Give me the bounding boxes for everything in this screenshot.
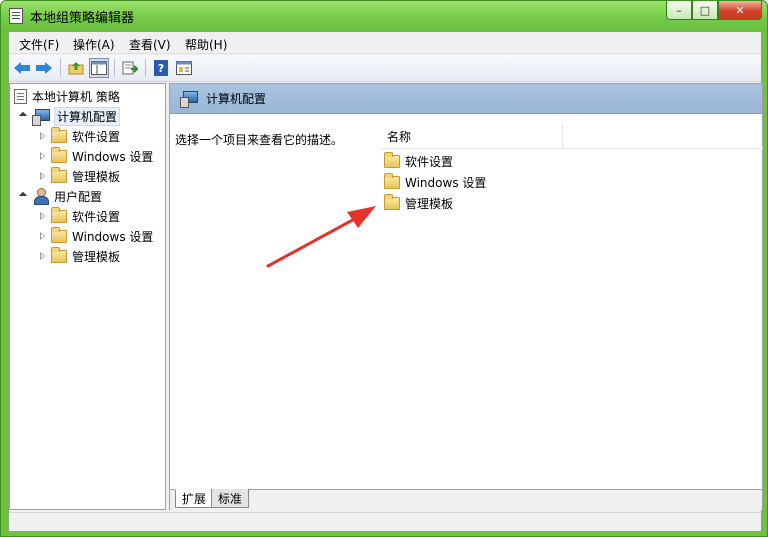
status-bar <box>9 512 761 531</box>
folder-icon <box>51 206 67 223</box>
expand-toggle-icon[interactable] <box>37 130 49 142</box>
list-item-label: 软件设置 <box>405 154 454 169</box>
tree-item-windows-settings[interactable]: Windows 设置 <box>37 146 153 166</box>
tree-item-label: Windows 设置 <box>72 149 154 164</box>
folder-icon <box>51 246 67 263</box>
list-item-label: 管理模板 <box>405 196 454 211</box>
show-hide-tree-button[interactable] <box>89 58 109 78</box>
toolbar-separator <box>114 59 115 77</box>
details-header: 计算机配置 <box>170 84 762 114</box>
forward-arrow-icon <box>36 62 52 74</box>
expand-toggle-icon[interactable] <box>37 170 49 182</box>
folder-icon <box>384 172 400 189</box>
list-column-header: 名称 <box>380 125 763 149</box>
help-button[interactable]: ? <box>151 58 171 78</box>
policy-editor-icon <box>9 8 23 24</box>
expand-toggle-icon[interactable] <box>18 110 30 122</box>
export-list-button[interactable] <box>120 58 140 78</box>
menu-action[interactable]: 操作(A) <box>73 36 115 53</box>
tree-item-label: 管理模板 <box>72 169 121 184</box>
properties-button[interactable] <box>174 58 194 78</box>
tree-item-label: 软件设置 <box>72 209 121 224</box>
folder-icon <box>51 166 67 183</box>
policy-document-icon <box>14 88 27 104</box>
items-list: 名称 软件设置 Windows 设置 管理模板 <box>380 115 763 485</box>
tree-item-root[interactable]: 本地计算机 策略 <box>14 86 120 106</box>
tree-item-admin-templates[interactable]: 管理模板 <box>37 166 120 186</box>
folder-icon <box>51 226 67 243</box>
folder-icon <box>384 193 400 210</box>
tab-extended[interactable]: 扩展 <box>175 489 214 508</box>
list-item-admin-templates[interactable]: 管理模板 <box>384 193 453 213</box>
expand-toggle-icon[interactable] <box>37 150 49 162</box>
menu-help[interactable]: 帮助(H) <box>185 36 227 53</box>
tree-item-label: 用户配置 <box>54 189 103 204</box>
window-title: 本地组策略编辑器 <box>30 11 135 26</box>
folder-icon <box>51 146 67 163</box>
toolbar-separator <box>60 59 61 77</box>
properties-icon <box>176 61 192 75</box>
minimize-button[interactable]: – <box>666 1 692 20</box>
list-item-windows-settings[interactable]: Windows 设置 <box>384 172 486 192</box>
window-controls: – □ ✕ <box>666 1 762 20</box>
tree-item-user-software-settings[interactable]: 软件设置 <box>37 206 120 226</box>
tree-item-computer-config[interactable]: 计算机配置 <box>18 106 121 126</box>
expand-toggle-icon[interactable] <box>37 210 49 222</box>
back-button[interactable] <box>12 58 32 78</box>
tree-item-label: Windows 设置 <box>72 229 154 244</box>
pane-container: 本地计算机 策略 计算机配置 软件设置 Windows 设置 管理模板 用户配置… <box>9 83 763 510</box>
computer-icon <box>180 91 198 108</box>
view-tabs: 扩展 标准 <box>170 489 762 510</box>
menu-view[interactable]: 查看(V) <box>129 36 171 53</box>
help-icon: ? <box>154 60 168 76</box>
tree-item-label: 计算机配置 <box>54 106 121 126</box>
expand-toggle-icon[interactable] <box>37 230 49 242</box>
description-text: 选择一个项目来查看它的描述。 <box>175 133 344 147</box>
client-area: 文件(F) 操作(A) 查看(V) 帮助(H) ? 本地计算机 策略 计算机配置… <box>8 31 763 531</box>
user-icon <box>32 188 50 205</box>
navigation-tree: 本地计算机 策略 计算机配置 软件设置 Windows 设置 管理模板 用户配置… <box>9 83 166 510</box>
back-arrow-icon <box>14 62 30 74</box>
title-bar[interactable]: 本地组策略编辑器 – □ ✕ <box>1 1 767 31</box>
toolbar: ? <box>9 55 761 82</box>
menu-bar: 文件(F) 操作(A) 查看(V) 帮助(H) <box>9 32 761 54</box>
tree-item-label: 本地计算机 策略 <box>32 89 120 104</box>
tree-item-software-settings[interactable]: 软件设置 <box>37 126 120 146</box>
tab-standard[interactable]: 标准 <box>211 489 250 508</box>
expand-toggle-icon[interactable] <box>37 250 49 262</box>
forward-button[interactable] <box>34 58 54 78</box>
up-level-button[interactable] <box>66 58 86 78</box>
folder-icon <box>384 151 400 168</box>
export-list-icon <box>122 61 138 75</box>
description-area: 选择一个项目来查看它的描述。 <box>170 115 380 475</box>
column-name-header[interactable]: 名称 <box>380 125 563 148</box>
close-button[interactable]: ✕ <box>718 1 762 20</box>
tree-item-label: 管理模板 <box>72 249 121 264</box>
toolbar-separator <box>145 59 146 77</box>
folder-icon <box>51 126 67 143</box>
tree-item-label: 软件设置 <box>72 129 121 144</box>
menu-file[interactable]: 文件(F) <box>19 36 59 53</box>
up-folder-icon <box>68 62 84 75</box>
main-window: 本地组策略编辑器 – □ ✕ 文件(F) 操作(A) 查看(V) 帮助(H) ?… <box>0 0 768 537</box>
details-pane: 计算机配置 选择一个项目来查看它的描述。 名称 软件设置 Windows 设置 … <box>169 83 763 510</box>
tree-item-user-admin-templates[interactable]: 管理模板 <box>37 246 120 266</box>
list-item-label: Windows 设置 <box>405 175 487 190</box>
maximize-button[interactable]: □ <box>692 1 718 20</box>
expand-toggle-icon[interactable] <box>18 190 30 202</box>
details-title: 计算机配置 <box>206 92 267 106</box>
tree-item-user-windows-settings[interactable]: Windows 设置 <box>37 226 153 246</box>
computer-icon <box>32 108 50 126</box>
list-item-software-settings[interactable]: 软件设置 <box>384 151 453 171</box>
tree-item-user-config[interactable]: 用户配置 <box>18 186 102 206</box>
show-hide-tree-icon <box>91 61 107 75</box>
